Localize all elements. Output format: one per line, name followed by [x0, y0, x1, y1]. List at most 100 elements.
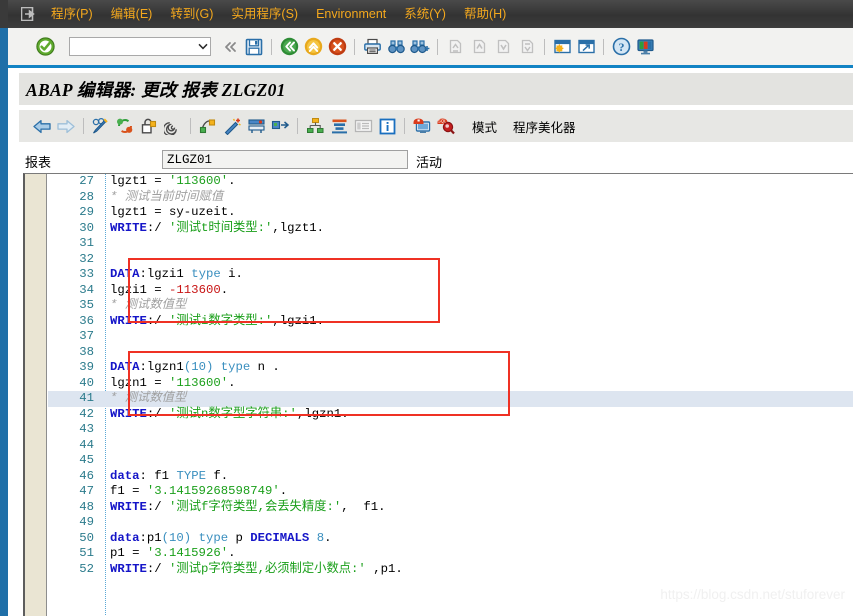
- line-number: 27: [79, 174, 94, 188]
- toolbar-label-beautifier[interactable]: 程序美化器: [513, 117, 576, 136]
- line-number: 29: [79, 205, 94, 219]
- line-number: 38: [79, 344, 94, 359]
- code-line[interactable]: 43: [48, 422, 853, 438]
- pretty-printer-icon[interactable]: [197, 115, 219, 137]
- code-line[interactable]: 40 lgzn1 = '113600'.: [48, 376, 853, 392]
- code-line-text: WRITE:/ '测试f字符类型,会丢失精度:', f1.: [110, 499, 386, 514]
- svg-text:?: ?: [618, 40, 624, 54]
- find-binoculars-icon[interactable]: [385, 36, 407, 58]
- cancel-red-icon[interactable]: [326, 36, 348, 58]
- code-line[interactable]: 28 * 测试当前时间赋值: [48, 190, 853, 206]
- menu-goto[interactable]: 转到(G): [161, 0, 222, 28]
- forward-arrow-icon[interactable]: [55, 115, 77, 137]
- code-line[interactable]: 46 data: f1 TYPE f.: [48, 469, 853, 485]
- toolbar-divider: [404, 118, 405, 134]
- code-line-text: DATA:lgzi1 type i.: [110, 267, 243, 281]
- code-line[interactable]: 51 p1 = '3.1415926'.: [48, 546, 853, 562]
- chevron-down-icon[interactable]: [195, 43, 210, 50]
- code-line[interactable]: 33 DATA:lgzi1 type i.: [48, 267, 853, 283]
- code-line[interactable]: 27 lgzt1 = '113600'.: [48, 174, 853, 190]
- line-number: 35: [79, 298, 94, 312]
- find-next-binoculars-icon[interactable]: [409, 36, 431, 58]
- code-line-text: * 测试当前时间赋值: [110, 189, 224, 204]
- line-number: 46: [79, 468, 94, 483]
- code-line[interactable]: 35 * 测试数值型: [48, 298, 853, 314]
- editor-breakpoint-gutter[interactable]: [25, 174, 47, 616]
- code-line[interactable]: 37: [48, 329, 853, 345]
- window-left-accent-stripe-top: [0, 0, 8, 28]
- toolbar-divider: [83, 118, 84, 134]
- green-check-icon[interactable]: [34, 36, 56, 58]
- hierarchy-icon[interactable]: [304, 115, 326, 137]
- line-number: 51: [79, 546, 94, 560]
- sap-exit-icon[interactable]: [16, 0, 42, 28]
- command-input[interactable]: [70, 38, 195, 55]
- table-list-icon[interactable]: [352, 115, 374, 137]
- code-line[interactable]: 34 lgzi1 = -113600.: [48, 283, 853, 299]
- back-green-icon[interactable]: [278, 36, 300, 58]
- pattern-spiral-icon[interactable]: [162, 115, 184, 137]
- code-line[interactable]: 50 data:p1(10) type p DECIMALS 8.: [48, 531, 853, 547]
- report-name-field[interactable]: ZLGZ01: [162, 150, 408, 169]
- code-line[interactable]: 52 WRITE:/ '测试p字符类型,必须制定小数点:' ,p1.: [48, 562, 853, 578]
- code-line[interactable]: 31: [48, 236, 853, 252]
- menu-environment[interactable]: Environment: [307, 0, 395, 28]
- exit-yellow-icon[interactable]: [302, 36, 324, 58]
- menu-program[interactable]: 程序(P): [42, 0, 102, 28]
- back-arrow-icon[interactable]: [31, 115, 53, 137]
- menu-edit[interactable]: 编辑(E): [102, 0, 162, 28]
- code-line[interactable]: 44: [48, 438, 853, 454]
- menu-help[interactable]: 帮助(H): [455, 0, 515, 28]
- toolbar-divider: [544, 38, 545, 55]
- code-line[interactable]: 29 lgzt1 = sy-uzeit.: [48, 205, 853, 221]
- next-page-icon[interactable]: [492, 36, 514, 58]
- info-icon[interactable]: [376, 115, 398, 137]
- code-line[interactable]: 39 DATA:lgzn1(10) type n .: [48, 360, 853, 376]
- code-lines-container: 27 lgzt1 = '113600'. 28 * 测试当前时间赋值 29 lgzt1 =…: [48, 174, 853, 577]
- line-number: 32: [79, 251, 94, 266]
- unlock-icon[interactable]: [138, 115, 160, 137]
- display-change-icon[interactable]: [90, 115, 112, 137]
- refresh-icon[interactable]: [114, 115, 136, 137]
- toolbar-divider: [297, 118, 298, 134]
- line-number: 47: [79, 484, 94, 498]
- line-number: 30: [79, 220, 94, 235]
- code-line-text: lgzi1 = -113600.: [110, 282, 229, 297]
- double-chevron-left-icon[interactable]: [219, 36, 241, 58]
- last-page-icon[interactable]: [516, 36, 538, 58]
- compress-icon[interactable]: [245, 115, 267, 137]
- code-line[interactable]: 49: [48, 515, 853, 531]
- code-line[interactable]: 38: [48, 345, 853, 361]
- code-line[interactable]: 45: [48, 453, 853, 469]
- help-question-icon[interactable]: ?: [610, 36, 632, 58]
- line-number: 28: [79, 189, 94, 204]
- previous-page-icon[interactable]: [468, 36, 490, 58]
- code-line[interactable]: 36 WRITE:/ '测试i数字类型:',lgzi1.: [48, 314, 853, 330]
- new-session-icon[interactable]: [551, 36, 573, 58]
- code-line[interactable]: 41 * 测试数值型: [48, 391, 853, 407]
- debug-monitor-icon[interactable]: [411, 115, 433, 137]
- menu-utilities[interactable]: 实用程序(S): [222, 0, 307, 28]
- code-line[interactable]: 30 WRITE:/ '测试t时间类型:',lgzt1.: [48, 221, 853, 237]
- sort-layers-icon[interactable]: [328, 115, 350, 137]
- sql-trace-icon[interactable]: SQL: [435, 115, 457, 137]
- menu-system[interactable]: 系统(Y): [395, 0, 455, 28]
- command-field[interactable]: [69, 37, 211, 56]
- code-line[interactable]: 48 WRITE:/ '测试f字符类型,会丢失精度:', f1.: [48, 500, 853, 516]
- magic-wand-icon[interactable]: [221, 115, 243, 137]
- code-line[interactable]: 42 WRITE:/ '测试n数字型字符串:',lgzn1.: [48, 407, 853, 423]
- create-shortcut-icon[interactable]: [575, 36, 597, 58]
- customize-layout-icon[interactable]: [634, 36, 656, 58]
- code-editor[interactable]: 27 lgzt1 = '113600'. 28 * 测试当前时间赋值 29 lgzt1 =…: [23, 173, 853, 616]
- code-line[interactable]: 32: [48, 252, 853, 268]
- expand-icon[interactable]: [269, 115, 291, 137]
- line-number: 41: [79, 391, 94, 405]
- code-line-text: WRITE:/ '测试n数字型字符串:',lgzn1.: [110, 406, 349, 421]
- save-disk-icon[interactable]: [243, 36, 265, 58]
- first-page-icon[interactable]: [444, 36, 466, 58]
- code-area[interactable]: 27 lgzt1 = '113600'. 28 * 测试当前时间赋值 29 lgzt1 =…: [48, 174, 853, 616]
- code-line-text: * 测试数值型: [110, 391, 187, 405]
- code-line[interactable]: 47 f1 = '3.14159268598749'.: [48, 484, 853, 500]
- toolbar-label-mode[interactable]: 模式: [472, 117, 497, 136]
- print-icon[interactable]: [361, 36, 383, 58]
